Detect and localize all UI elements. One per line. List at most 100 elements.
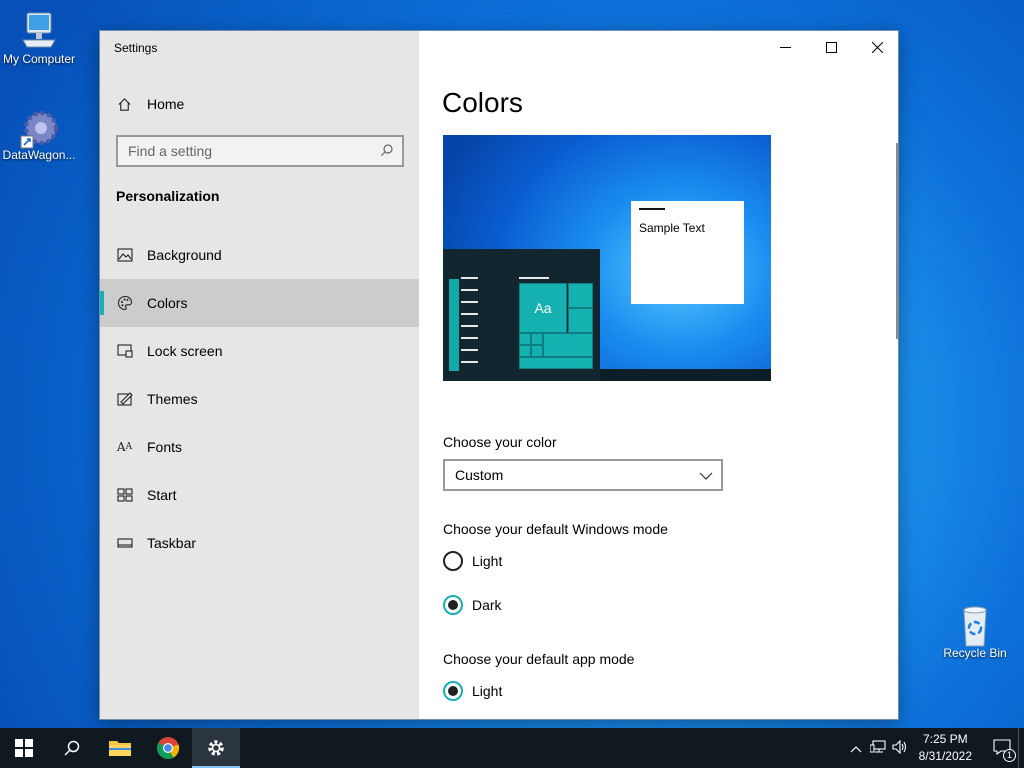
show-desktop-button[interactable] — [1018, 728, 1024, 768]
computer-icon — [19, 10, 59, 50]
windows-logo-icon — [15, 739, 33, 757]
taskbar-chrome[interactable] — [144, 728, 192, 768]
preview-tile — [568, 308, 593, 333]
sidebar-item-lock-screen[interactable]: Lock screen — [100, 327, 419, 375]
sidebar-item-background[interactable]: Background — [100, 231, 419, 279]
minimize-button[interactable] — [762, 31, 808, 63]
settings-sidebar: Settings Home Find a setting Personaliza… — [100, 31, 419, 719]
chevron-down-icon — [699, 467, 713, 483]
app-mode-label: Choose your default app mode — [443, 651, 635, 667]
desktop-icon-label: Recycle Bin — [943, 646, 1007, 660]
sidebar-item-label: Background — [147, 247, 222, 263]
color-preview: Aa Sample Text — [443, 135, 771, 381]
start-icon — [116, 487, 133, 504]
settings-content: Colors Aa Sample Text Choose your color … — [419, 31, 898, 719]
desktop-icon-recycle-bin[interactable]: Recycle Bin — [934, 604, 1016, 660]
preview-line — [461, 313, 478, 315]
preview-tile — [531, 333, 543, 345]
choose-color-label: Choose your color — [443, 434, 557, 450]
sidebar-item-label: Home — [147, 96, 185, 112]
radio-circle — [443, 595, 463, 615]
clock-date: 8/31/2022 — [918, 749, 972, 763]
sidebar-item-label: Taskbar — [147, 535, 197, 551]
radio-label: Dark — [472, 597, 502, 613]
preview-tile — [531, 345, 543, 357]
app-mode-light-radio[interactable]: Light — [443, 681, 502, 701]
preview-line — [461, 349, 478, 351]
taskbar-search-button[interactable] — [48, 728, 96, 768]
preview-list — [449, 279, 459, 371]
lock-screen-icon — [116, 343, 133, 360]
windows-mode-light-radio[interactable]: Light — [443, 551, 502, 571]
preview-line — [461, 277, 478, 279]
notification-badge: 1 — [1003, 748, 1016, 762]
volume-icon[interactable] — [889, 739, 911, 757]
radio-label: Light — [472, 683, 503, 699]
dropdown-value: Custom — [455, 467, 504, 483]
preview-tile — [543, 333, 593, 357]
palette-icon — [116, 295, 133, 312]
taskbar: 7:25 PM 8/31/2022 1 — [0, 728, 1024, 768]
gear-icon — [208, 740, 224, 756]
preview-tile-aa: Aa — [519, 283, 567, 333]
sidebar-item-fonts[interactable]: AA Fonts — [100, 423, 419, 471]
radio-label: Light — [472, 553, 503, 569]
search-icon — [64, 740, 80, 756]
preview-line — [461, 289, 478, 291]
sidebar-item-label: Colors — [147, 295, 188, 311]
sidebar-item-label: Themes — [147, 391, 198, 407]
sidebar-item-themes[interactable]: Themes — [100, 375, 419, 423]
sidebar-item-taskbar[interactable]: Taskbar — [100, 519, 419, 567]
desktop-icon-my-computer[interactable]: My Computer — [0, 10, 80, 66]
sidebar-nav: Background Colors Lock screen Themes A A… — [100, 231, 419, 567]
themes-icon — [116, 391, 133, 408]
preview-line — [461, 337, 478, 339]
sidebar-item-colors[interactable]: Colors — [100, 279, 419, 327]
sidebar-item-label: Lock screen — [147, 343, 223, 359]
window-caption-buttons — [762, 31, 898, 63]
desktop-icon-datawagon[interactable]: DataWagon... — [0, 106, 80, 162]
section-title: Personalization — [116, 188, 220, 204]
sidebar-item-home[interactable]: Home — [100, 87, 419, 121]
sidebar-item-label: Fonts — [147, 439, 183, 455]
radio-circle — [443, 551, 463, 571]
close-button[interactable] — [854, 31, 898, 63]
chevron-up-icon[interactable] — [845, 741, 867, 756]
desktop-icon-label: My Computer — [2, 52, 76, 66]
network-icon[interactable] — [867, 739, 889, 757]
taskbar-settings[interactable] — [192, 728, 240, 768]
sidebar-item-start[interactable]: Start — [100, 471, 419, 519]
preview-taskbar — [600, 369, 771, 381]
notification-center-icon[interactable]: 1 — [986, 738, 1018, 762]
start-button[interactable] — [0, 728, 48, 768]
preview-tile — [519, 333, 531, 345]
clock-time: 7:25 PM — [922, 732, 968, 746]
preview-tile — [519, 357, 593, 369]
search-input[interactable]: Find a setting — [116, 135, 404, 167]
preview-window-bar — [639, 208, 665, 210]
preview-tile — [568, 283, 593, 308]
page-title: Colors — [442, 87, 523, 118]
search-icon[interactable] — [380, 143, 394, 160]
desktop-icon-label: DataWagon... — [2, 148, 76, 162]
color-mode-dropdown[interactable]: Custom — [443, 459, 723, 491]
windows-mode-dark-radio[interactable]: Dark — [443, 595, 502, 615]
sidebar-item-label: Start — [147, 487, 177, 503]
window-title: Settings — [114, 41, 158, 55]
fonts-icon: AA — [116, 440, 133, 454]
preview-start-menu: Aa — [443, 249, 600, 381]
recycle-bin-icon — [955, 604, 995, 647]
scrollbar[interactable] — [896, 143, 898, 339]
windows-mode-label: Choose your default Windows mode — [443, 521, 668, 537]
background-icon — [116, 247, 133, 264]
preview-line — [461, 325, 478, 327]
clock[interactable]: 7:25 PM 8/31/2022 — [919, 731, 972, 765]
system-tray: 7:25 PM 8/31/2022 1 — [845, 728, 1024, 768]
folder-icon — [109, 741, 131, 756]
taskbar-file-explorer[interactable] — [96, 728, 144, 768]
preview-tiles-line — [519, 277, 549, 279]
search-placeholder: Find a setting — [128, 143, 213, 159]
maximize-button[interactable] — [808, 31, 854, 63]
datawagon-gear-icon — [19, 106, 59, 149]
preview-window: Sample Text — [631, 201, 744, 304]
